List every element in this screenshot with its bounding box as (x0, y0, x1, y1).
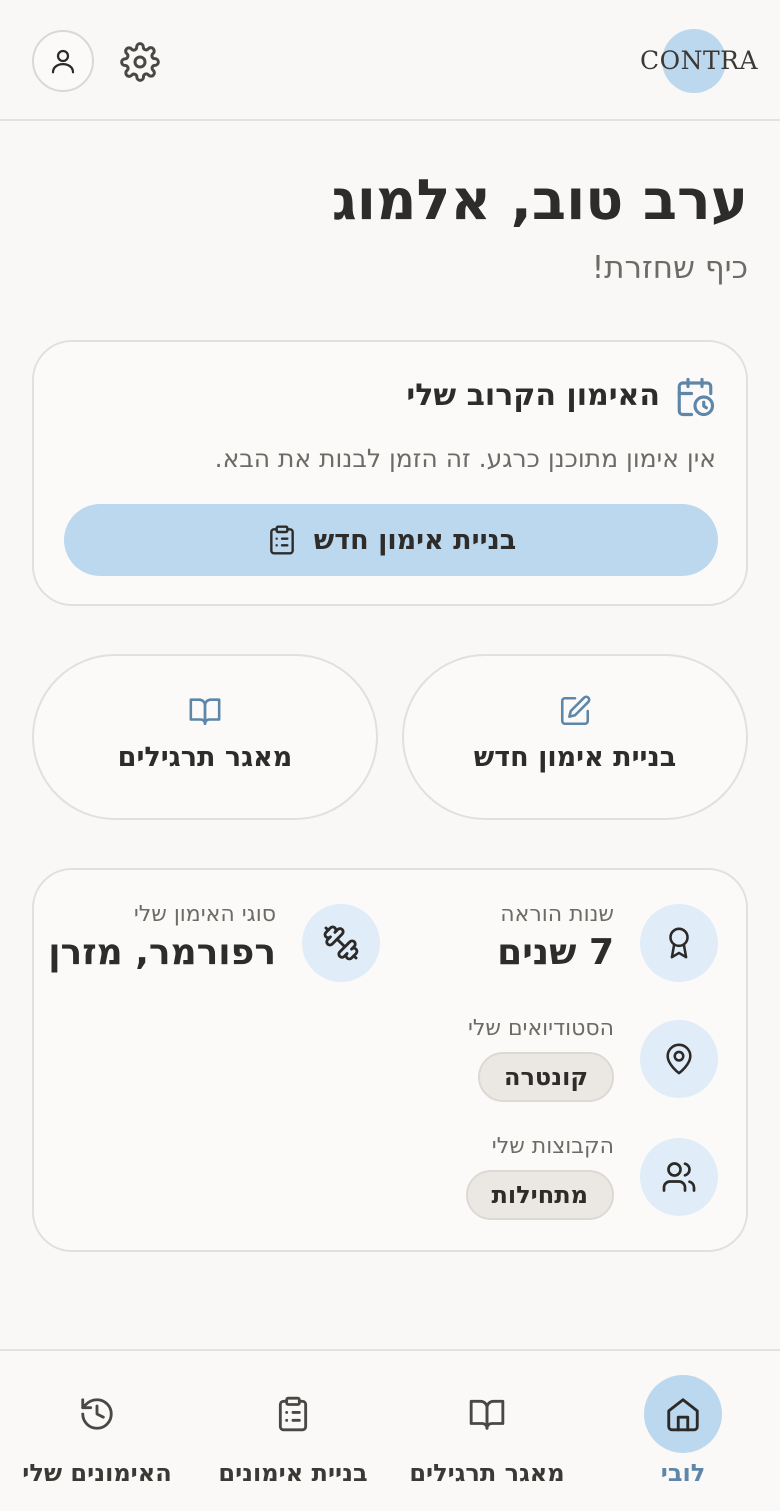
edit-icon (558, 694, 592, 728)
dumbbell-icon (322, 924, 360, 962)
users-icon (661, 1159, 697, 1195)
upcoming-workout-description: אין אימון מתוכנן כרגע. זה הזמן לבנות את … (214, 444, 716, 473)
nav-label: בניית אימונים (218, 1459, 368, 1487)
nav-label: מאגר תרגילים (409, 1459, 565, 1487)
user-icon (48, 46, 78, 76)
calendar-clock-icon (674, 376, 716, 418)
greeting-title: ערב טוב, אלמוג (331, 168, 748, 233)
nav-icon-container (448, 1375, 526, 1453)
nav-item-build-workouts[interactable]: בניית אימונים (210, 1351, 376, 1511)
nav-item-my-workouts[interactable]: האימונים שלי (14, 1351, 180, 1511)
bottom-navigation: לובי מאגר תרגילים בניית אימונים האימונים… (0, 1349, 780, 1511)
book-open-icon (188, 694, 222, 728)
upcoming-workout-card: האימון הקרוב שלי אין אימון מתוכנן כרגע. … (32, 340, 748, 606)
nav-icon-container (644, 1375, 722, 1453)
dumbbell-icon-circle (302, 904, 380, 982)
app-header: CONTRA (0, 0, 780, 121)
nav-label: לובי (660, 1459, 706, 1487)
nav-label: האימונים שלי (22, 1459, 172, 1487)
upcoming-workout-title: האימון הקרוב שלי (406, 378, 660, 413)
quick-action-label: מאגר תרגילים (117, 742, 293, 773)
nav-icon-container (58, 1375, 136, 1453)
quick-action-exercise-library[interactable]: מאגר תרגילים (32, 654, 378, 820)
gear-icon (120, 42, 160, 82)
profile-button[interactable] (32, 30, 94, 92)
studio-chip[interactable]: קונטרה (477, 1052, 614, 1102)
nav-item-exercise-library[interactable]: מאגר תרגילים (404, 1351, 570, 1511)
award-icon (662, 926, 696, 960)
training-types-label: סוגי האימון שלי (133, 902, 276, 927)
home-icon (664, 1395, 702, 1433)
settings-button[interactable] (118, 40, 162, 84)
studios-label: הסטודיואים שלי (467, 1016, 614, 1041)
nav-item-lobby[interactable]: לובי (600, 1351, 766, 1511)
group-chip[interactable]: מתחילות (465, 1170, 614, 1220)
teaching-years-value: 7 שנים (497, 932, 614, 973)
greeting-subtitle: כיף שחזרת! (591, 250, 748, 286)
app-logo: CONTRA (640, 46, 759, 75)
build-new-workout-button[interactable]: בניית אימון חדש (64, 504, 718, 576)
instructor-info-card: שנות הוראה 7 שנים סוגי האימון שלי רפורמר… (32, 868, 748, 1252)
book-open-icon (468, 1395, 506, 1433)
history-icon (78, 1395, 116, 1433)
build-new-workout-label: בניית אימון חדש (313, 524, 517, 556)
nav-icon-container (254, 1375, 332, 1453)
map-pin-icon-circle (640, 1020, 718, 1098)
clipboard-list-icon (266, 524, 298, 556)
groups-label: הקבוצות שלי (491, 1134, 614, 1159)
teaching-years-label: שנות הוראה (500, 902, 614, 927)
users-icon-circle (640, 1138, 718, 1216)
map-pin-icon (662, 1042, 696, 1076)
award-icon-circle (640, 904, 718, 982)
training-types-value: רפורמר, מזרן (48, 932, 276, 973)
quick-action-label: בניית אימון חדש (473, 742, 677, 773)
quick-action-build-workout[interactable]: בניית אימון חדש (402, 654, 748, 820)
clipboard-list-icon (274, 1395, 312, 1433)
